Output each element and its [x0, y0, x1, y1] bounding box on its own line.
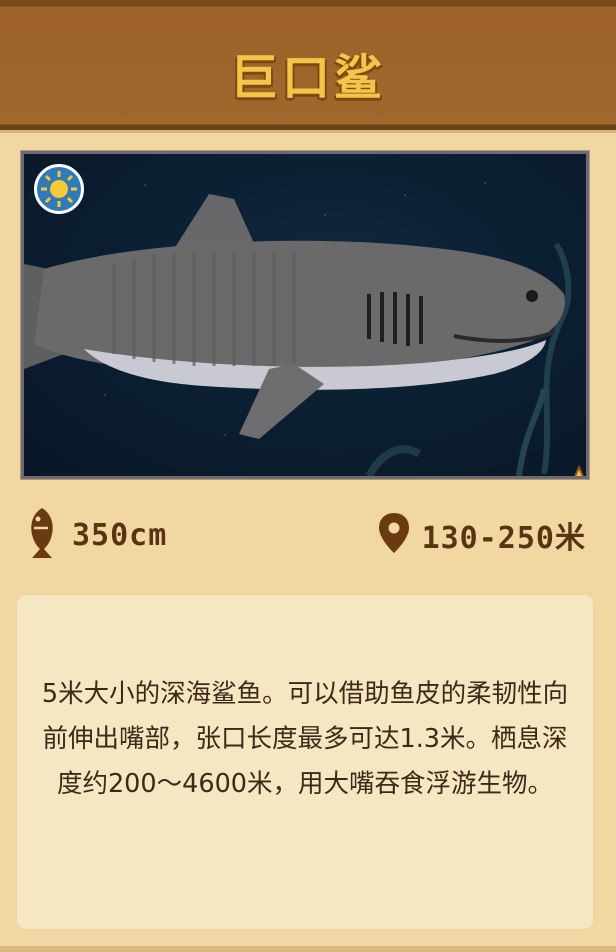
bottom-edge [0, 946, 616, 952]
header-bar: 巨口鲨 [0, 0, 616, 130]
location-pin-icon [378, 512, 410, 558]
size-value: 350cm [72, 517, 168, 553]
description-panel: 5米大小的深海鲨鱼。可以借助鱼皮的柔韧性向前伸出嘴部，张口长度最多可达1.3米。… [16, 594, 594, 930]
stats-row: 350cm 130-250米 [0, 505, 616, 565]
description-text: 5米大小的深海鲨鱼。可以借助鱼皮的柔韧性向前伸出嘴部，张口长度最多可达1.3米。… [41, 679, 569, 799]
fish-icon [26, 506, 58, 564]
depth-stat: 130-250米 [378, 505, 586, 565]
size-stat: 350cm [26, 505, 167, 565]
creature-image [24, 154, 586, 476]
page-title: 巨口鲨 [229, 50, 386, 106]
depth-value: 130-250米 [421, 521, 586, 556]
sun-icon [34, 164, 84, 214]
shark-illustration [24, 182, 572, 476]
creature-image-frame [20, 150, 590, 480]
